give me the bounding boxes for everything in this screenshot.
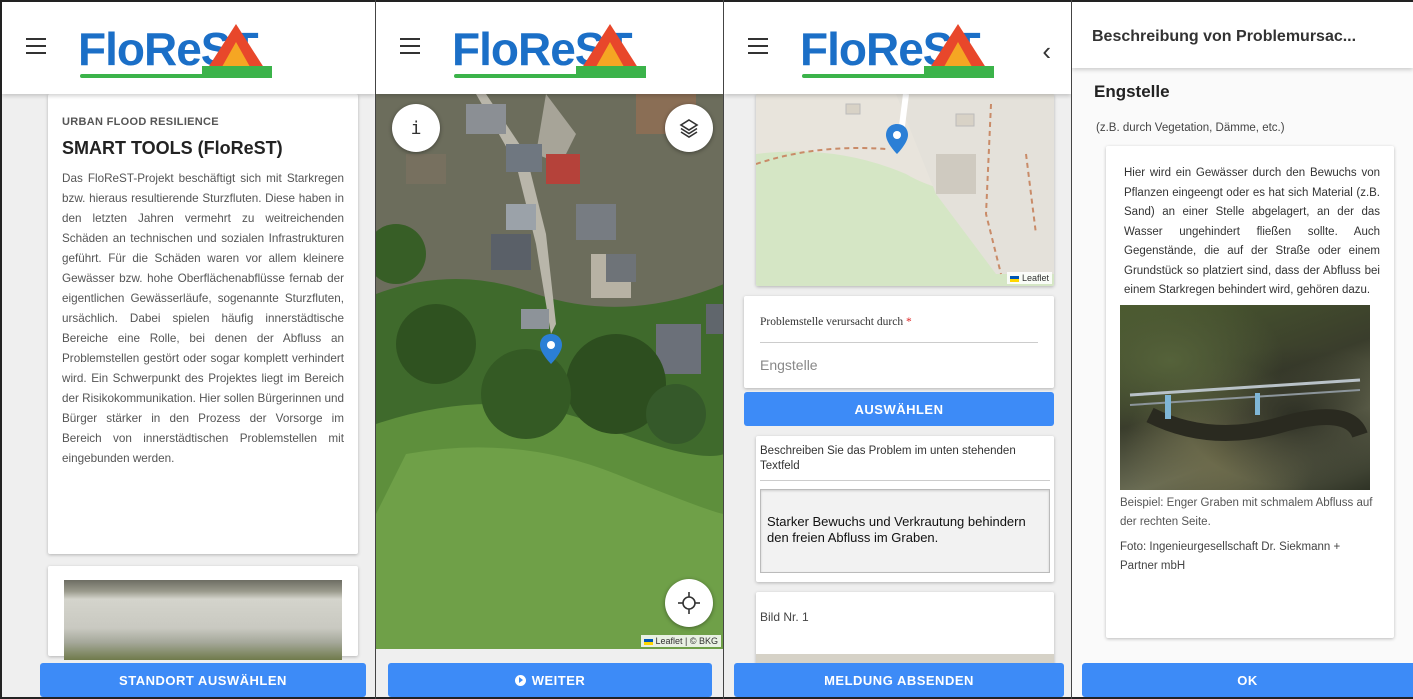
photo-caption: Beispiel: Enger Graben mit schmalem Abfl… bbox=[1120, 496, 1373, 528]
app-bar: FloReST bbox=[2, 2, 375, 94]
cause-card: Problemstelle verursacht durch * Engstel… bbox=[744, 296, 1054, 388]
arrow-circle-icon bbox=[514, 674, 526, 686]
locate-button[interactable] bbox=[665, 579, 713, 627]
attribution-text: Leaflet | © BKG bbox=[655, 636, 719, 646]
intro-overline: URBAN FLOOD RESILIENCE bbox=[62, 116, 219, 128]
image-card bbox=[48, 566, 358, 660]
intro-title: SMART TOOLS (FloReST) bbox=[62, 138, 283, 158]
aerial-imagery bbox=[376, 94, 723, 649]
explanation-text: Hier wird ein Gewässer durch den Bewuchs… bbox=[1124, 167, 1380, 296]
menu-icon[interactable] bbox=[748, 38, 768, 54]
screen-map-select: FloReST i Leaflet | © BKG WEITER bbox=[376, 0, 724, 699]
florest-logo: FloReST bbox=[452, 18, 652, 84]
app-bar: FloReST ‹ bbox=[724, 2, 1071, 94]
cause-label: Problemstelle verursacht durch * bbox=[760, 316, 912, 328]
logo-mountain-icon bbox=[924, 24, 994, 78]
info-icon: i bbox=[410, 117, 422, 139]
menu-icon[interactable] bbox=[26, 38, 46, 54]
ok-button[interactable]: OK bbox=[1082, 663, 1413, 697]
continue-label: WEITER bbox=[531, 672, 586, 688]
intro-text: Das FloReST-Projekt beschäftigt sich mit… bbox=[62, 172, 344, 465]
select-location-button[interactable]: STANDORT AUSWÄHLEN bbox=[40, 663, 366, 697]
continue-button[interactable]: WEITER bbox=[388, 663, 712, 697]
map-attribution[interactable]: Leaflet bbox=[1007, 272, 1052, 284]
info-button[interactable]: i bbox=[392, 104, 440, 152]
example-photo bbox=[1120, 304, 1370, 490]
layers-icon bbox=[679, 119, 699, 138]
wall-photo bbox=[64, 580, 342, 660]
cause-heading: Engstelle bbox=[1094, 82, 1170, 101]
logo-mountain-icon bbox=[576, 24, 646, 78]
flag-icon bbox=[1010, 275, 1020, 282]
intro-card: URBAN FLOOD RESILIENCE SMART TOOLS (FloR… bbox=[48, 94, 358, 554]
cause-subtitle: (z.B. durch Vegetation, Dämme, etc.) bbox=[1096, 122, 1285, 134]
submit-report-button[interactable]: MELDUNG ABSENDEN bbox=[734, 663, 1064, 697]
required-marker: * bbox=[905, 316, 912, 328]
screen-cause-description: Beschreibung von Problemursac... Engstel… bbox=[1072, 0, 1413, 699]
cause-field[interactable]: Engstelle bbox=[760, 357, 1038, 373]
florest-logo: FloReST bbox=[78, 18, 278, 84]
attribution-text: Leaflet bbox=[1021, 273, 1049, 283]
map-preview-card: Leaflet bbox=[756, 94, 1054, 286]
dialog-title: Beschreibung von Problemursac... bbox=[1072, 2, 1413, 68]
layers-button[interactable] bbox=[665, 104, 713, 152]
description-card: Beschreiben Sie das Problem im unten ste… bbox=[756, 436, 1054, 582]
flag-icon bbox=[643, 638, 653, 645]
image-card: Bild Nr. 1 bbox=[756, 592, 1054, 666]
back-chevron-icon[interactable]: ‹ bbox=[1042, 36, 1051, 67]
screen-intro: FloReST URBAN FLOOD RESILIENCE SMART TOO… bbox=[0, 0, 376, 699]
screen-report-form: FloReST ‹ Leaflet Problemstelle verursac… bbox=[724, 0, 1072, 699]
logo-mountain-icon bbox=[202, 24, 272, 78]
aerial-map[interactable]: i Leaflet | © BKG bbox=[376, 94, 723, 649]
app-bar: FloReST bbox=[376, 2, 723, 94]
description-label: Beschreiben Sie das Problem im unten ste… bbox=[760, 445, 1016, 472]
select-cause-button[interactable]: AUSWÄHLEN bbox=[744, 392, 1054, 426]
explanation-card: Hier wird ein Gewässer durch den Bewuchs… bbox=[1106, 146, 1394, 638]
map-attribution[interactable]: Leaflet | © BKG bbox=[640, 635, 721, 647]
photo-credit: Foto: Ingenieurgesellschaft Dr. Siekmann… bbox=[1120, 540, 1341, 572]
street-map-preview[interactable] bbox=[756, 94, 1054, 286]
location-pin-icon bbox=[886, 124, 908, 154]
example-photo-detail bbox=[1129, 378, 1368, 441]
description-textarea[interactable]: Starker Bewuchs und Verkrautung behinder… bbox=[760, 489, 1050, 573]
crosshair-icon bbox=[678, 592, 700, 614]
florest-logo: FloReST bbox=[800, 18, 1000, 84]
image-label: Bild Nr. 1 bbox=[760, 610, 809, 624]
location-pin-icon[interactable] bbox=[540, 334, 562, 364]
menu-icon[interactable] bbox=[400, 38, 420, 54]
